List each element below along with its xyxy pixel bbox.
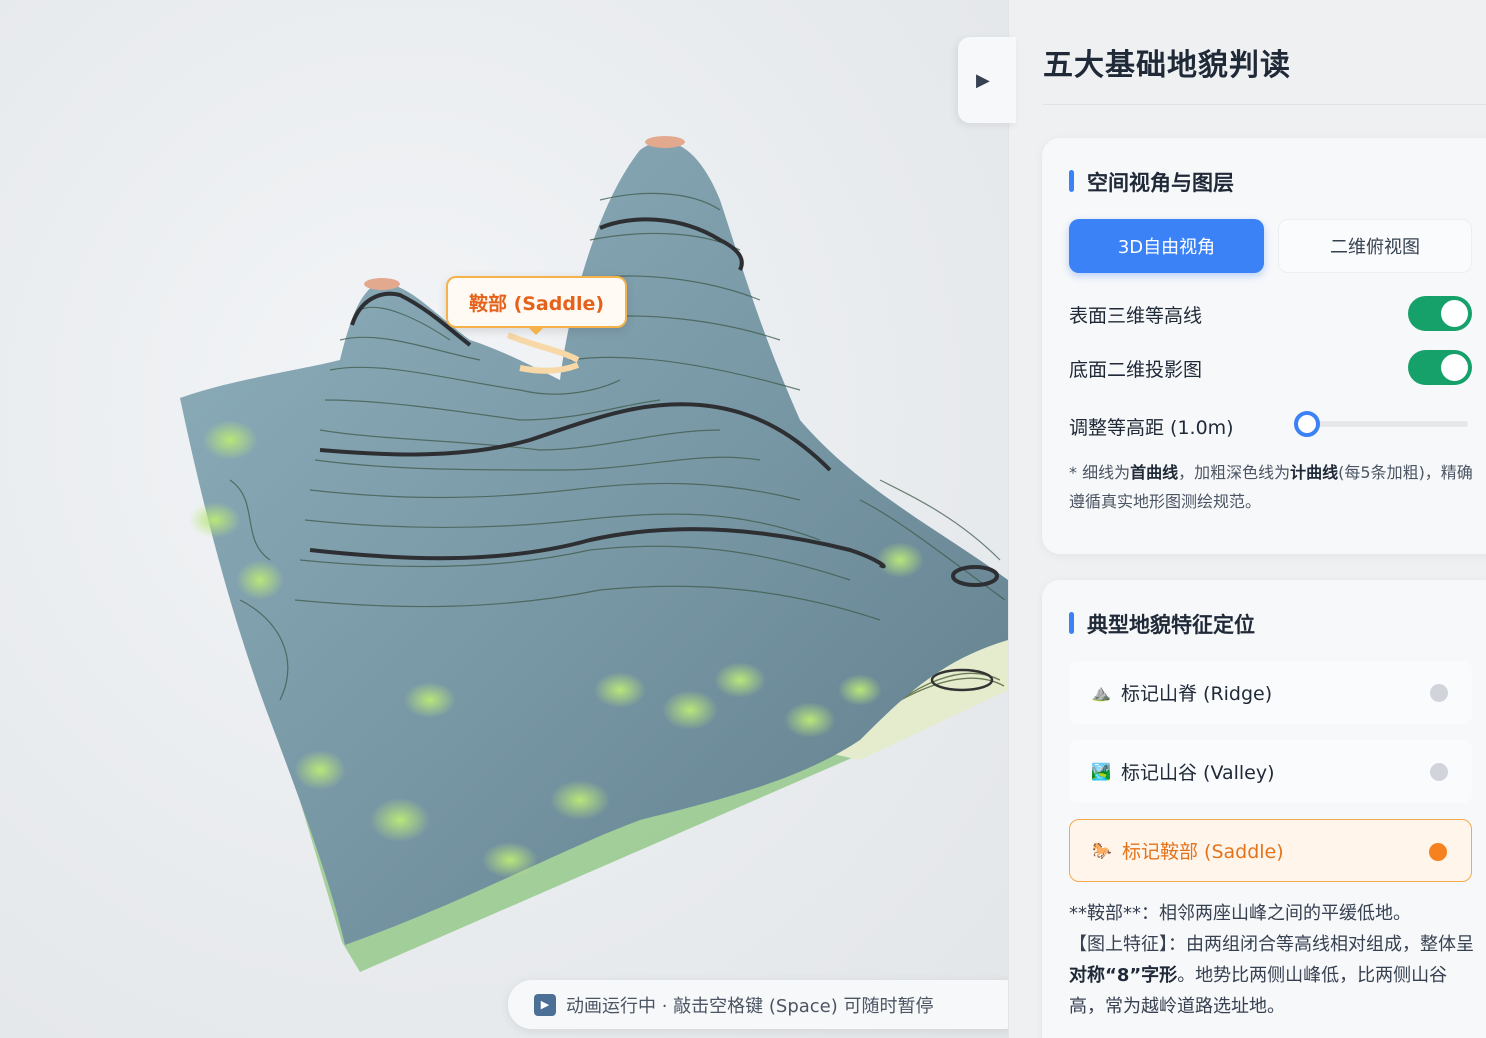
- left-peak-tip: [364, 278, 400, 290]
- view-2d-button[interactable]: 二维俯视图: [1278, 219, 1472, 273]
- animation-status-bar: ▶ 动画运行中 · 敲击空格键 (Space) 可随时暂停: [508, 980, 1008, 1029]
- animation-status-text: 动画运行中 · 敲击空格键 (Space) 可随时暂停: [566, 995, 934, 1017]
- desc-text: 【图上特征】：由两组闭合等高线相对组成，整体呈: [1069, 934, 1474, 955]
- toggle-knob: [1441, 300, 1468, 327]
- interval-label: 调整等高距 (1.0m): [1069, 417, 1234, 439]
- mark-saddle-button[interactable]: 🐎 标记鞍部 (Saddle): [1069, 819, 1472, 882]
- contour-note: * 细线为首曲线，加粗深色线为计曲线(每5条加粗)，精确遵循真实地形图测绘规范。: [1069, 458, 1479, 516]
- triangle-right-icon: ▶: [976, 69, 990, 91]
- terrain-surface: [180, 141, 1008, 946]
- note-text: ，加粗深色线为: [1178, 463, 1291, 482]
- feature-locate-card: 典型地貌特征定位 ⛰️ 标记山脊 (Ridge) 🏞️ 标记山谷 (Valley…: [1042, 580, 1486, 1038]
- right-peak-tip: [645, 136, 685, 148]
- panel-title: 五大基础地貌判读: [1043, 48, 1291, 83]
- terrain-viewport[interactable]: 鞍部 (Saddle) ▶ 动画运行中 · 敲击空格键 (Space) 可随时暂…: [0, 0, 1008, 1038]
- valley-icon: 🏞️: [1091, 762, 1111, 781]
- note-text: * 细线为: [1069, 463, 1131, 482]
- note-term-primary: 首曲线: [1130, 463, 1179, 482]
- note-term-index: 计曲线: [1290, 463, 1339, 482]
- desc-definition: **鞍部**：相邻两座山峰之间的平缓低地。: [1069, 903, 1411, 924]
- mark-valley-button[interactable]: 🏞️ 标记山谷 (Valley): [1069, 740, 1472, 803]
- status-dot: [1430, 684, 1448, 702]
- title-divider: [1043, 104, 1486, 105]
- desc-features: 【图上特征】：由两组闭合等高线相对组成，整体呈对称“8”字形。地势比两侧山峰低，…: [1069, 929, 1479, 1022]
- surface-contour-label: 表面三维等高线: [1069, 305, 1203, 327]
- base-projection-toggle[interactable]: [1408, 350, 1472, 385]
- interval-slider-track[interactable]: [1304, 421, 1468, 427]
- mark-ridge-label: 标记山脊 (Ridge): [1121, 683, 1273, 705]
- base-projection-label: 底面二维投影图: [1069, 359, 1203, 381]
- side-panel: 五大基础地貌判读 空间视角与图层 3D自由视角 二维俯视图 表面三维等高线 底面…: [1008, 0, 1486, 1038]
- interval-slider-handle[interactable]: [1294, 411, 1320, 437]
- view-3d-button[interactable]: 3D自由视角: [1069, 219, 1264, 273]
- horse-icon: 🐎: [1092, 841, 1112, 860]
- view-layers-card: 空间视角与图层 3D自由视角 二维俯视图 表面三维等高线 底面二维投影图 调整等…: [1042, 138, 1486, 554]
- mountain-icon: ⛰️: [1091, 683, 1111, 702]
- status-dot: [1430, 763, 1448, 781]
- saddle-marker-label: 鞍部 (Saddle): [446, 276, 627, 335]
- desc-emphasis: 对称“8”字形: [1069, 965, 1178, 986]
- saddle-description: **鞍部**：相邻两座山峰之间的平缓低地。 【图上特征】：由两组闭合等高线相对组…: [1069, 898, 1479, 1022]
- toggle-knob: [1441, 354, 1468, 381]
- mark-ridge-button[interactable]: ⛰️ 标记山脊 (Ridge): [1069, 661, 1472, 724]
- view-layers-heading: 空间视角与图层: [1069, 167, 1234, 197]
- status-dot-active: [1429, 843, 1447, 861]
- feature-locate-heading: 典型地貌特征定位: [1069, 609, 1255, 639]
- mark-saddle-label: 标记鞍部 (Saddle): [1122, 841, 1284, 863]
- play-icon: ▶: [534, 993, 556, 1016]
- surface-contour-toggle[interactable]: [1408, 296, 1472, 331]
- terrain-3d-render: [180, 136, 1008, 972]
- mark-valley-label: 标记山谷 (Valley): [1121, 762, 1275, 784]
- panel-collapse-button[interactable]: ▶: [958, 37, 1016, 123]
